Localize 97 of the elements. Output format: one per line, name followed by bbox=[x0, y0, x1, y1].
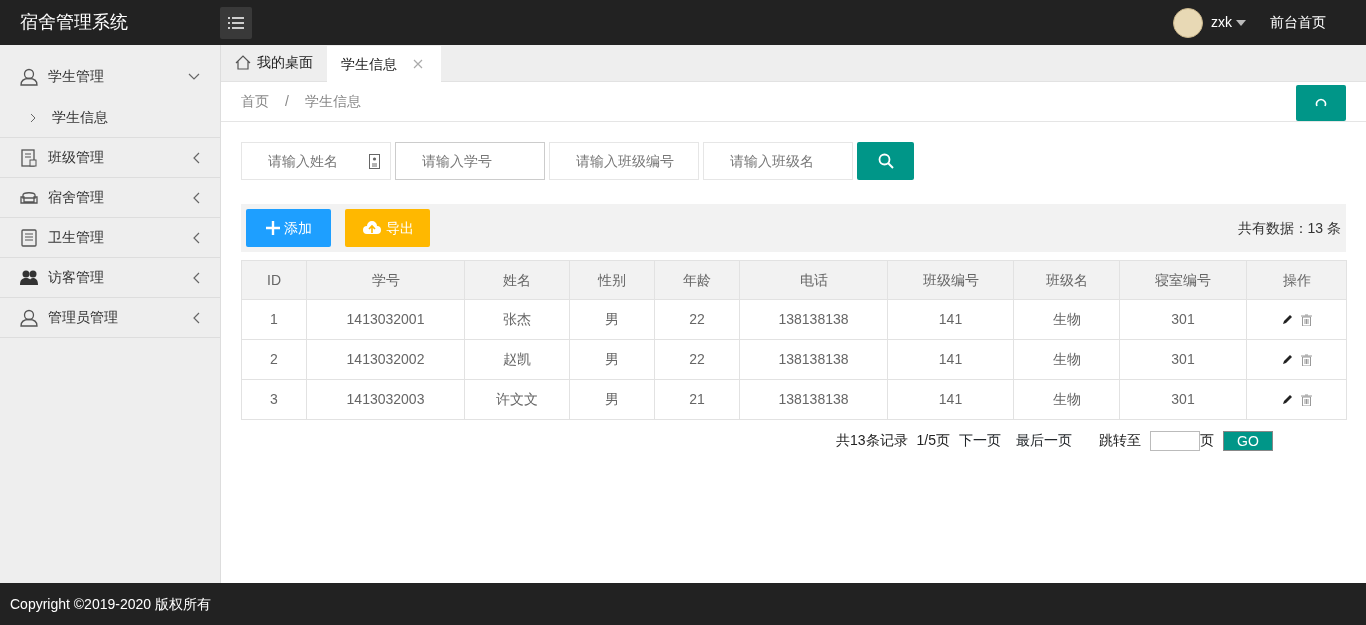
table-cell: 22 bbox=[654, 339, 740, 380]
table-cell: 3 bbox=[241, 379, 307, 420]
record-summary: 共13条记录 bbox=[835, 431, 908, 450]
go-button[interactable]: GO bbox=[1223, 430, 1273, 451]
sidebar-item[interactable]: 管理员管理 bbox=[0, 298, 220, 338]
column-header: 年龄 bbox=[654, 260, 740, 300]
app-title: 宿舍管理系统 bbox=[19, 11, 129, 34]
avatar[interactable] bbox=[1173, 7, 1203, 38]
id-card-icon bbox=[369, 154, 380, 169]
refresh-icon bbox=[1315, 97, 1327, 109]
table-cell: 138138138 bbox=[739, 379, 888, 420]
table-cell: 张杰 bbox=[464, 299, 570, 340]
notepad-icon bbox=[20, 228, 38, 247]
jump-label: 跳转至 bbox=[1099, 431, 1141, 450]
column-header: 班级编号 bbox=[887, 260, 1014, 300]
plus-icon bbox=[265, 221, 280, 235]
table-cell: 22 bbox=[654, 299, 740, 340]
tab[interactable]: 学生信息 bbox=[327, 46, 441, 82]
trash-icon[interactable] bbox=[1300, 393, 1312, 406]
table-cell: 男 bbox=[569, 339, 655, 380]
table-cell: 1 bbox=[241, 299, 307, 340]
table-cell: 男 bbox=[569, 379, 655, 420]
chevron-left-icon bbox=[192, 271, 200, 284]
table-cell: 138138138 bbox=[739, 339, 888, 380]
table-cell: 301 bbox=[1119, 299, 1247, 340]
sidebar-item[interactable]: 访客管理 bbox=[0, 258, 220, 298]
table-cell: 1413032003 bbox=[306, 379, 465, 420]
users-icon bbox=[20, 268, 38, 287]
user-icon bbox=[20, 67, 38, 86]
chevron-left-icon bbox=[192, 311, 200, 324]
table-cell: 赵凯 bbox=[464, 339, 570, 380]
sidebar-subitem[interactable]: 学生信息 bbox=[0, 98, 220, 138]
trash-icon[interactable] bbox=[1300, 313, 1312, 326]
copyright-text: Copyright ©2019-2020 版权所有 bbox=[10, 594, 211, 614]
column-header: 寝室编号 bbox=[1119, 260, 1247, 300]
sidebar-item[interactable]: 班级管理 bbox=[0, 138, 220, 178]
breadcrumb-current: 学生信息 bbox=[304, 92, 361, 111]
next-page-link[interactable]: 下一页 bbox=[959, 430, 1001, 451]
chevron-left-icon bbox=[192, 191, 200, 204]
table-cell: 许文文 bbox=[464, 379, 570, 420]
input-field[interactable]: 请输入班级名 bbox=[703, 142, 853, 180]
column-header: 操作 bbox=[1246, 260, 1347, 300]
column-header: 电话 bbox=[739, 260, 888, 300]
column-header: ID bbox=[241, 260, 307, 300]
caret-icon bbox=[1236, 19, 1246, 26]
sidebar-item[interactable]: 卫生管理 bbox=[0, 218, 220, 258]
nav-link[interactable]: 前台首页 bbox=[1270, 12, 1326, 33]
user-icon bbox=[20, 308, 38, 327]
table-cell: 男 bbox=[569, 299, 655, 340]
chevron-left-icon bbox=[192, 231, 200, 244]
cloud-upload-icon bbox=[361, 221, 382, 235]
search-button[interactable] bbox=[857, 142, 914, 180]
chevron-left-icon bbox=[192, 151, 200, 164]
table-cell: 生物 bbox=[1013, 299, 1120, 340]
trash-icon[interactable] bbox=[1300, 353, 1312, 366]
breadcrumb-separator: / bbox=[285, 92, 289, 111]
table-cell: 138138138 bbox=[739, 299, 888, 340]
menu-icon bbox=[228, 16, 244, 29]
pencil-icon[interactable] bbox=[1281, 313, 1293, 325]
last-page-link[interactable]: 最后一页 bbox=[1016, 430, 1072, 451]
table-cell: 141 bbox=[887, 299, 1014, 340]
column-header: 学号 bbox=[306, 260, 465, 300]
input-field[interactable]: 请输入班级编号 bbox=[549, 142, 699, 180]
input-field[interactable]: 请输入姓名 bbox=[241, 142, 391, 180]
chevron-right-icon bbox=[30, 112, 36, 123]
table-cell: 1413032001 bbox=[306, 299, 465, 340]
table-cell: 301 bbox=[1119, 379, 1247, 420]
column-header: 班级名 bbox=[1013, 260, 1120, 300]
sidebar-item[interactable]: 学生管理 bbox=[0, 45, 220, 98]
breadcrumb-link[interactable]: 首页 bbox=[241, 91, 269, 112]
search-icon bbox=[877, 153, 894, 169]
record-count: 共有数据：13 条 bbox=[1237, 218, 1341, 238]
pencil-icon[interactable] bbox=[1281, 353, 1293, 365]
pencil-icon[interactable] bbox=[1281, 393, 1293, 405]
chevron-down-icon bbox=[188, 72, 200, 81]
input-field[interactable]: 请输入学号 bbox=[395, 142, 545, 180]
home-icon bbox=[235, 55, 251, 70]
table-cell: 21 bbox=[654, 379, 740, 420]
tab[interactable]: 我的桌面 bbox=[221, 44, 327, 81]
close-icon bbox=[413, 59, 423, 69]
column-header: 姓名 bbox=[464, 260, 570, 300]
page-unit: 页 bbox=[1200, 431, 1214, 450]
refresh-button[interactable] bbox=[1296, 85, 1346, 121]
table-cell: 2 bbox=[241, 339, 307, 380]
page-input[interactable] bbox=[1150, 430, 1200, 451]
table-cell: 301 bbox=[1119, 339, 1247, 380]
table-cell: 1413032002 bbox=[306, 339, 465, 380]
table-cell: 生物 bbox=[1013, 339, 1120, 380]
sidebar-item[interactable]: 宿舍管理 bbox=[0, 178, 220, 218]
page-indicator: 1/5页 bbox=[916, 431, 950, 450]
table-cell: 141 bbox=[887, 339, 1014, 380]
table-cell: 生物 bbox=[1013, 379, 1120, 420]
column-header: 性别 bbox=[569, 260, 655, 300]
menu-button[interactable] bbox=[220, 6, 252, 39]
document-icon bbox=[20, 148, 38, 167]
user-menu[interactable]: zxk bbox=[1211, 12, 1232, 33]
table-cell: 141 bbox=[887, 379, 1014, 420]
